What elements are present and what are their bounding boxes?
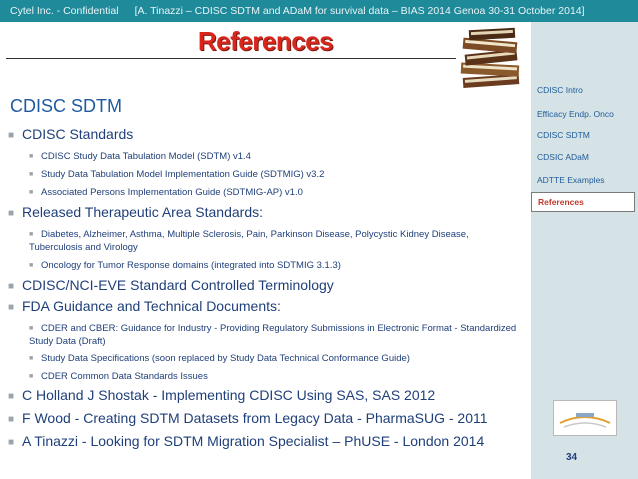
bullet-square-icon: ■ <box>8 391 15 402</box>
bullet-text: Associated Persons Implementation Guide … <box>41 187 303 198</box>
bullet-l2: ■ CDER Common Data Standards Issues <box>29 370 524 383</box>
bullet-text: CDISC Standards <box>22 126 134 142</box>
page-number: 34 <box>566 452 578 463</box>
bias-logo <box>553 400 617 436</box>
bullet-text: CDISC/NCI-EVE Standard Controlled Termin… <box>22 277 334 293</box>
bullet-l2: ■ CDISC Study Data Tabulation Model (SDTM… <box>29 150 524 163</box>
bullet-text: Diabetes, Alzheimer, Asthma, Multiple Sc… <box>29 229 469 253</box>
bullet-square-icon: ■ <box>29 153 34 160</box>
sidebar-item-references[interactable]: References <box>531 192 635 212</box>
bullet-square-icon: ■ <box>8 208 15 219</box>
bullet-l2: ■ Study Data Tabulation Model Implementat… <box>29 168 524 181</box>
bullet-l1: ■ C Holland J Shostak - Implementing CDIS… <box>8 387 435 403</box>
bullet-l2: ■ Associated Persons Implementation Guide… <box>29 186 524 199</box>
bullet-square-icon: ■ <box>29 262 34 269</box>
bullet-text: Study Data Specifications (soon replaced… <box>41 353 410 364</box>
bullet-square-icon: ■ <box>29 189 34 196</box>
bullet-text: A Tinazzi - Looking for SDTM Migration S… <box>22 433 485 449</box>
bullet-text: Oncology for Tumor Response domains (int… <box>41 260 341 271</box>
bullet-text: CDER Common Data Standards Issues <box>41 371 208 382</box>
sidebar-item-adtte-examples[interactable]: ADTTE Examples <box>531 170 635 190</box>
bullet-text: CDISC Study Data Tabulation Model (SDTM)… <box>41 151 251 162</box>
bullet-square-icon: ■ <box>8 130 15 141</box>
bullet-square-icon: ■ <box>29 325 34 332</box>
bullet-square-icon: ■ <box>29 171 34 178</box>
sidebar-item-efficacy-endp-onco[interactable]: Efficacy Endp. Onco <box>531 104 635 124</box>
bullet-square-icon: ■ <box>29 231 34 238</box>
title-divider <box>6 58 456 59</box>
slide-title: References <box>197 26 334 56</box>
bullet-l2: ■ CDER and CBER: Guidance for Industry - … <box>29 322 524 348</box>
bullet-square-icon: ■ <box>29 373 34 380</box>
bullet-l2: ■ Diabetes, Alzheimer, Asthma, Multiple S… <box>29 228 524 254</box>
bullet-l1: ■ CDISC/NCI-EVE Standard Controlled Termi… <box>8 277 334 293</box>
bullet-square-icon: ■ <box>8 302 15 313</box>
books-icon <box>460 27 520 88</box>
bullet-text: CDER and CBER: Guidance for Industry - P… <box>29 323 517 347</box>
confidential-label: Cytel Inc. - Confidential <box>10 5 119 17</box>
bullet-l2: ■ Study Data Specifications (soon replace… <box>29 352 524 365</box>
citation-label: [A. Tinazzi – CDISC SDTM and ADaM for su… <box>134 5 585 17</box>
bullet-square-icon: ■ <box>8 414 15 425</box>
bullet-square-icon: ■ <box>8 437 15 448</box>
sidebar-item-cdisc-sdtm[interactable]: CDISC SDTM <box>531 125 635 145</box>
bullet-text: C Holland J Shostak - Implementing CDISC… <box>22 387 436 403</box>
bullet-l1: ■ CDISC Standards <box>8 126 133 142</box>
sidebar-item-cdisc-intro[interactable]: CDISC Intro <box>531 80 635 100</box>
bullet-text: Released Therapeutic Area Standards: <box>22 204 264 220</box>
bullet-l2: ■ Oncology for Tumor Response domains (in… <box>29 259 524 272</box>
bullet-square-icon: ■ <box>8 281 15 292</box>
bullet-text: Study Data Tabulation Model Implementati… <box>41 169 325 180</box>
sidebar-item-cdsic-adam[interactable]: CDSIC ADaM <box>531 147 635 167</box>
bullet-l1: ■ Released Therapeutic Area Standards: <box>8 204 263 220</box>
bullet-text: F Wood - Creating SDTM Datasets from Leg… <box>22 410 488 426</box>
section-heading: CDISC SDTM <box>10 96 122 116</box>
header-bar: Cytel Inc. - Confidential [A. Tinazzi – … <box>0 0 638 22</box>
bullet-l1: ■ FDA Guidance and Technical Documents: <box>8 298 281 314</box>
bullet-square-icon: ■ <box>29 355 34 362</box>
bullet-l1: ■ F Wood - Creating SDTM Datasets from Le… <box>8 410 488 426</box>
bullet-l1: ■ A Tinazzi - Looking for SDTM Migration … <box>8 433 484 449</box>
bullet-text: FDA Guidance and Technical Documents: <box>22 298 281 314</box>
